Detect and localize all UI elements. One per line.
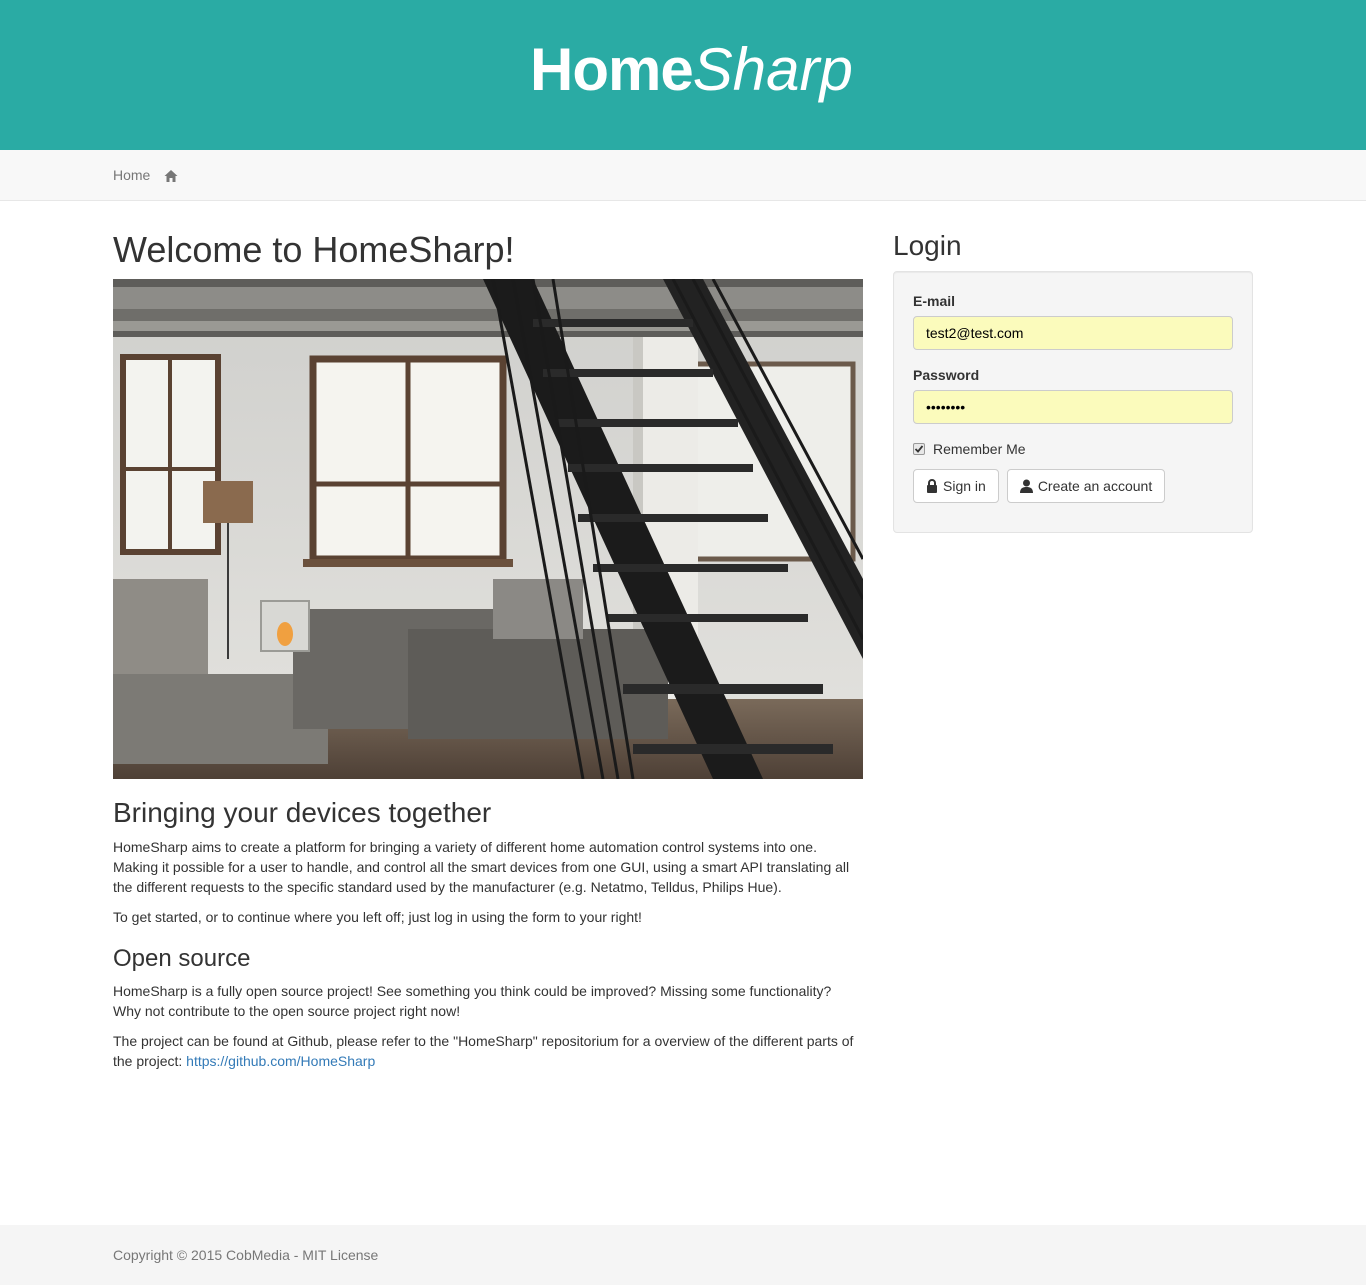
github-link[interactable]: https://github.com/HomeSharp [186,1053,375,1069]
logo-text-home: Home [530,36,694,103]
section-devices-paragraph-1: HomeSharp aims to create a platform for … [113,839,850,895]
create-account-button[interactable]: Create an account [1006,469,1166,503]
sign-in-button[interactable]: Sign in [913,469,999,503]
page-title: Welcome to HomeSharp! [113,229,515,270]
hero-image [113,279,863,779]
email-label: E-mail [913,293,956,309]
section-title-open-source: Open source [113,945,251,972]
sign-in-label: Sign in [943,478,986,494]
section-open-source-paragraph-1: HomeSharp is a fully open source project… [113,983,832,1019]
remember-me-row[interactable]: Remember Me [913,439,1233,459]
remember-me-label: Remember Me [933,441,1026,457]
section-title-devices: Bringing your devices together [113,797,492,828]
password-label: Password [913,367,980,383]
section-open-source-paragraph-2: The project can be found at Github, plea… [113,1031,863,1071]
site-logo[interactable]: HomeSharp [530,36,853,104]
site-footer: Copyright © 2015 CobMedia - MIT License [0,1225,1366,1285]
main-content: Welcome to HomeSharp! Bringing your devi… [113,230,863,1081]
user-icon [1019,479,1033,493]
copyright-text: Copyright © 2015 CobMedia - MIT License [113,1247,379,1263]
login-title: Login [893,230,962,261]
breadcrumb-home-link[interactable]: Home [113,165,150,185]
password-field[interactable] [913,390,1233,424]
login-buttons: Sign in Create an account [913,469,1233,503]
home-icon[interactable] [164,168,178,182]
remember-me-checkbox[interactable] [913,443,925,455]
site-header: HomeSharp [0,0,1366,150]
section-devices-paragraph-2: To get started, or to continue where you… [113,909,642,925]
checkmark-icon [914,445,924,453]
login-panel: Login E-mail Password Remember Me Sign i… [893,230,1253,533]
login-form: E-mail Password Remember Me Sign in Crea… [893,271,1253,533]
email-field[interactable] [913,316,1233,350]
logo-text-sharp: Sharp [692,36,853,103]
lock-icon [927,479,937,493]
breadcrumb: Home [113,165,178,185]
breadcrumb-bar: Home [0,150,1366,201]
create-account-label: Create an account [1037,478,1153,494]
